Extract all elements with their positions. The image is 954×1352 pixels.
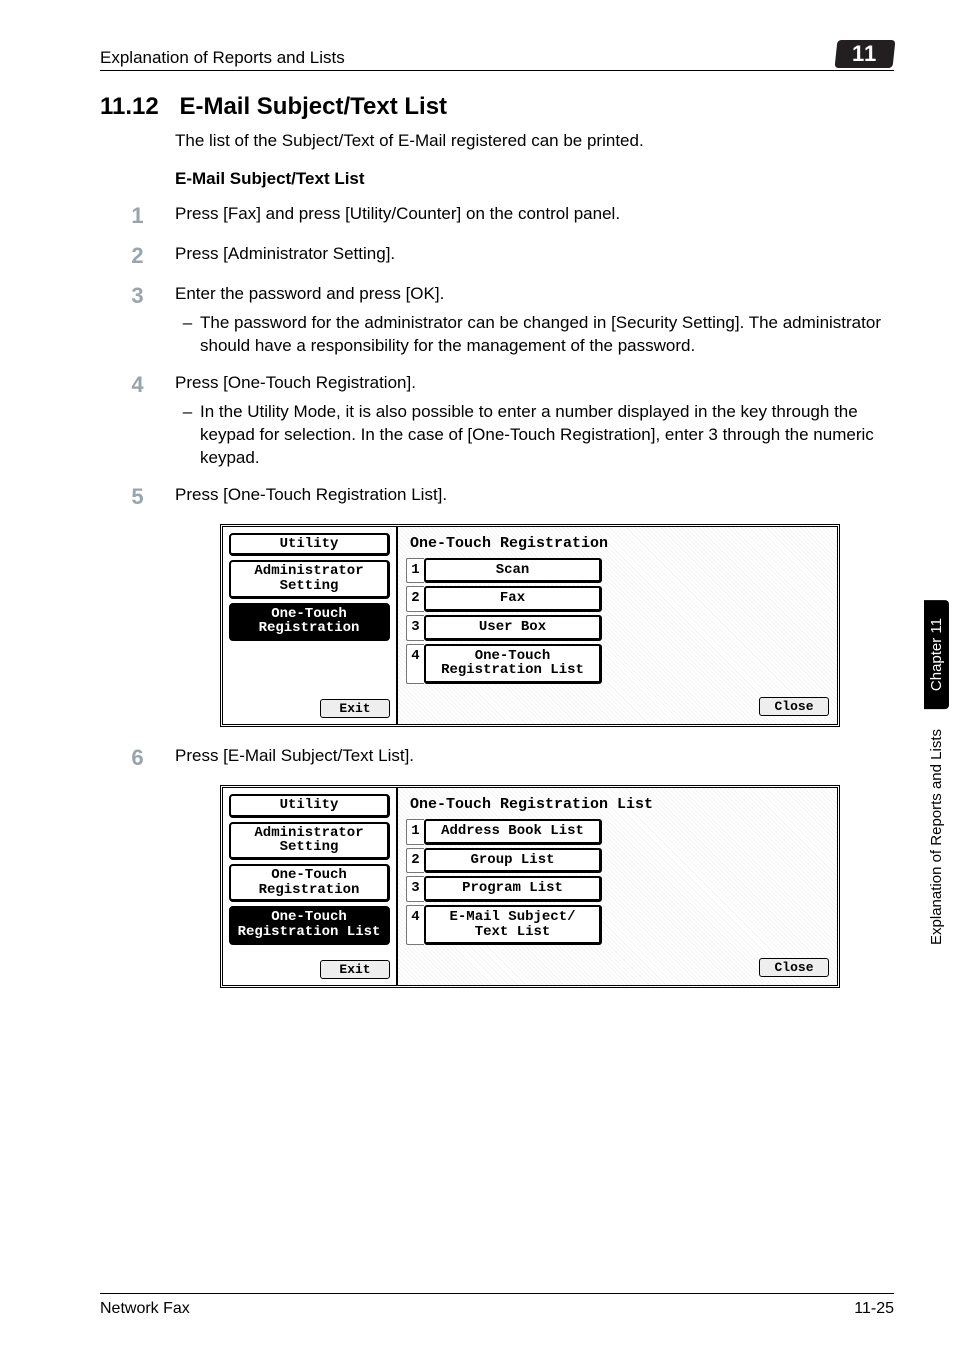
breadcrumb: Explanation of Reports and Lists [100, 48, 345, 68]
panel-title: One-Touch Registration [406, 533, 829, 558]
utility-button[interactable]: Utility [229, 533, 390, 557]
menu-number: 1 [406, 558, 424, 584]
user-box-button[interactable]: User Box [424, 615, 602, 641]
section-title: E-Mail Subject/Text List [179, 93, 447, 120]
close-button[interactable]: Close [759, 958, 829, 977]
step-number: 2 [100, 243, 175, 269]
dash-icon: – [175, 312, 200, 358]
step-number: 1 [100, 203, 175, 229]
step-number: 3 [100, 283, 175, 358]
ui-panel-registration-list: Utility Administrator Setting One-Touch … [220, 785, 840, 988]
menu-number: 2 [406, 848, 424, 874]
step: 2 Press [Administrator Setting]. [100, 243, 894, 269]
step-sub-bullet: – In the Utility Mode, it is also possib… [175, 401, 894, 470]
menu-number: 2 [406, 586, 424, 612]
close-button[interactable]: Close [759, 697, 829, 716]
step-number: 6 [100, 745, 175, 771]
footer-left: Network Fax [100, 1300, 190, 1318]
page-header: Explanation of Reports and Lists 11 [100, 40, 894, 71]
one-touch-registration-button[interactable]: One-Touch Registration [229, 864, 390, 902]
step-text: Enter the password and press [OK]. [175, 283, 894, 306]
step: 3 Enter the password and press [OK]. – T… [100, 283, 894, 358]
one-touch-registration-button[interactable]: One-Touch Registration [229, 603, 390, 641]
section-subheading: E-Mail Subject/Text List [175, 169, 894, 189]
step-text: Press [E-Mail Subject/Text List]. [175, 745, 894, 771]
step-number: 4 [100, 372, 175, 470]
dash-icon: – [175, 401, 200, 470]
step-sub-bullet: – The password for the administrator can… [175, 312, 894, 358]
admin-setting-button[interactable]: Administrator Setting [229, 822, 390, 860]
step-sub-text: The password for the administrator can b… [200, 312, 894, 358]
scan-button[interactable]: Scan [424, 558, 602, 584]
side-chapter-title: Explanation of Reports and Lists [924, 709, 949, 965]
one-touch-registration-list-button[interactable]: One-Touch Registration List [229, 906, 390, 944]
program-list-button[interactable]: Program List [424, 876, 602, 902]
menu-number: 4 [406, 644, 424, 684]
address-book-list-button[interactable]: Address Book List [424, 819, 602, 845]
ui-panel-registration: Utility Administrator Setting One-Touch … [220, 524, 840, 727]
exit-button[interactable]: Exit [320, 960, 390, 979]
group-list-button[interactable]: Group List [424, 848, 602, 874]
chapter-badge: 11 [835, 40, 896, 68]
fax-button[interactable]: Fax [424, 586, 602, 612]
step-number: 5 [100, 484, 175, 510]
step: 6 Press [E-Mail Subject/Text List]. [100, 745, 894, 771]
chapter-badge-number: 11 [852, 41, 877, 67]
side-chapter-tab: Chapter 11 [924, 600, 949, 709]
menu-number: 1 [406, 819, 424, 845]
panel-title: One-Touch Registration List [406, 794, 829, 819]
one-touch-registration-list-button[interactable]: One-Touch Registration List [424, 644, 602, 684]
step-sub-text: In the Utility Mode, it is also possible… [200, 401, 894, 470]
step-text: Press [Fax] and press [Utility/Counter] … [175, 203, 894, 229]
footer-right: 11-25 [854, 1300, 894, 1318]
step: 4 Press [One-Touch Registration]. – In t… [100, 372, 894, 470]
step: 5 Press [One-Touch Registration List]. [100, 484, 894, 510]
section-heading: 11.12 E-Mail Subject/Text List [100, 93, 894, 121]
menu-number: 3 [406, 876, 424, 902]
step-text: Press [One-Touch Registration List]. [175, 484, 894, 510]
step-text: Press [Administrator Setting]. [175, 243, 894, 269]
page-footer: Network Fax 11-25 [100, 1293, 894, 1318]
menu-number: 4 [406, 905, 424, 945]
email-subject-text-list-button[interactable]: E-Mail Subject/ Text List [424, 905, 602, 945]
menu-number: 3 [406, 615, 424, 641]
section-intro: The list of the Subject/Text of E-Mail r… [175, 131, 894, 151]
section-number: 11.12 [100, 93, 175, 121]
exit-button[interactable]: Exit [320, 699, 390, 718]
step: 1 Press [Fax] and press [Utility/Counter… [100, 203, 894, 229]
utility-button[interactable]: Utility [229, 794, 390, 818]
step-text: Press [One-Touch Registration]. [175, 372, 894, 395]
admin-setting-button[interactable]: Administrator Setting [229, 560, 390, 598]
